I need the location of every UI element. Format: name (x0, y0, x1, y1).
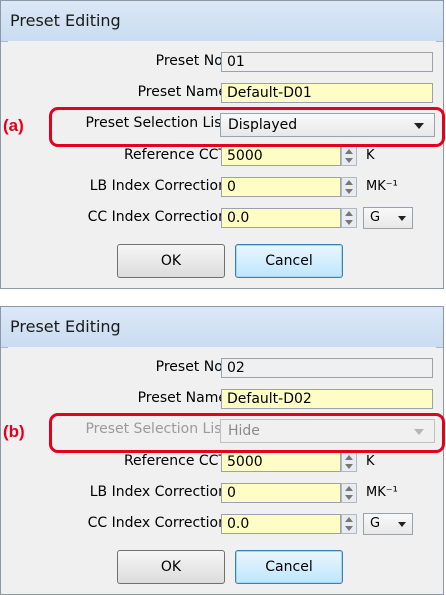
preset-no-field: 02 (221, 358, 433, 378)
preset-name-label: Preset Name (137, 84, 227, 100)
reference-cct-unit: K (366, 454, 375, 469)
lb-index-input[interactable]: 0 (221, 483, 341, 503)
reference-cct-label: Reference CCT (123, 147, 227, 163)
annotation-label-b: (b) (3, 422, 25, 441)
spin-up-icon (345, 149, 353, 154)
spin-down-icon (345, 189, 353, 194)
spin-down-icon (345, 158, 353, 163)
dialog-title: Preset Editing (10, 11, 121, 30)
highlight-box-b (49, 413, 445, 453)
highlight-box-a (49, 107, 445, 147)
preset-name-label: Preset Name (137, 390, 227, 406)
lb-index-input[interactable]: 0 (221, 177, 341, 197)
preset-no-field: 01 (221, 52, 433, 72)
lb-index-spinner[interactable] (341, 483, 357, 503)
cc-index-spinner[interactable] (341, 514, 357, 534)
cc-unit-dropdown[interactable]: G (363, 207, 413, 229)
cc-index-input[interactable]: 0.0 (221, 514, 341, 534)
spin-down-icon (345, 495, 353, 500)
title-bar: Preset Editing (1, 307, 443, 348)
cc-index-label: CC Index Correction (87, 209, 227, 225)
preset-no-label: Preset No. (155, 53, 227, 69)
spin-up-icon (345, 180, 353, 185)
cc-index-spinner[interactable] (341, 208, 357, 228)
reference-cct-input[interactable]: 5000 (221, 146, 341, 166)
reference-cct-input[interactable]: 5000 (221, 452, 341, 472)
spin-up-icon (345, 486, 353, 491)
lb-index-label: LB Index Correction (89, 178, 227, 194)
reference-cct-unit: K (366, 148, 375, 163)
spin-up-icon (345, 211, 353, 216)
reference-cct-spinner[interactable] (341, 452, 357, 472)
chevron-down-icon (398, 522, 406, 527)
cancel-button[interactable]: Cancel (235, 244, 343, 278)
spin-up-icon (345, 455, 353, 460)
ok-button[interactable]: OK (117, 244, 225, 278)
spin-up-icon (345, 517, 353, 522)
cc-index-input[interactable]: 0.0 (221, 208, 341, 228)
reference-cct-spinner[interactable] (341, 146, 357, 166)
lb-index-unit: MK⁻¹ (366, 485, 398, 500)
cc-unit-dropdown[interactable]: G (363, 513, 413, 535)
lb-index-spinner[interactable] (341, 177, 357, 197)
preset-name-input[interactable]: Default-D02 (221, 389, 433, 409)
cc-unit-value: G (370, 516, 381, 531)
spin-down-icon (345, 464, 353, 469)
ok-button[interactable]: OK (117, 550, 225, 584)
spin-down-icon (345, 220, 353, 225)
chevron-down-icon (398, 216, 406, 221)
lb-index-label: LB Index Correction (89, 484, 227, 500)
dialog-title: Preset Editing (10, 317, 121, 336)
preset-name-input[interactable]: Default-D01 (221, 83, 433, 103)
lb-index-unit: MK⁻¹ (366, 179, 398, 194)
cc-unit-value: G (370, 210, 381, 225)
preset-no-label: Preset No. (155, 359, 227, 375)
reference-cct-label: Reference CCT (123, 453, 227, 469)
cc-index-label: CC Index Correction (87, 515, 227, 531)
cancel-button[interactable]: Cancel (235, 550, 343, 584)
annotation-label-a: (a) (3, 116, 24, 135)
title-bar: Preset Editing (1, 1, 443, 42)
spin-down-icon (345, 526, 353, 531)
